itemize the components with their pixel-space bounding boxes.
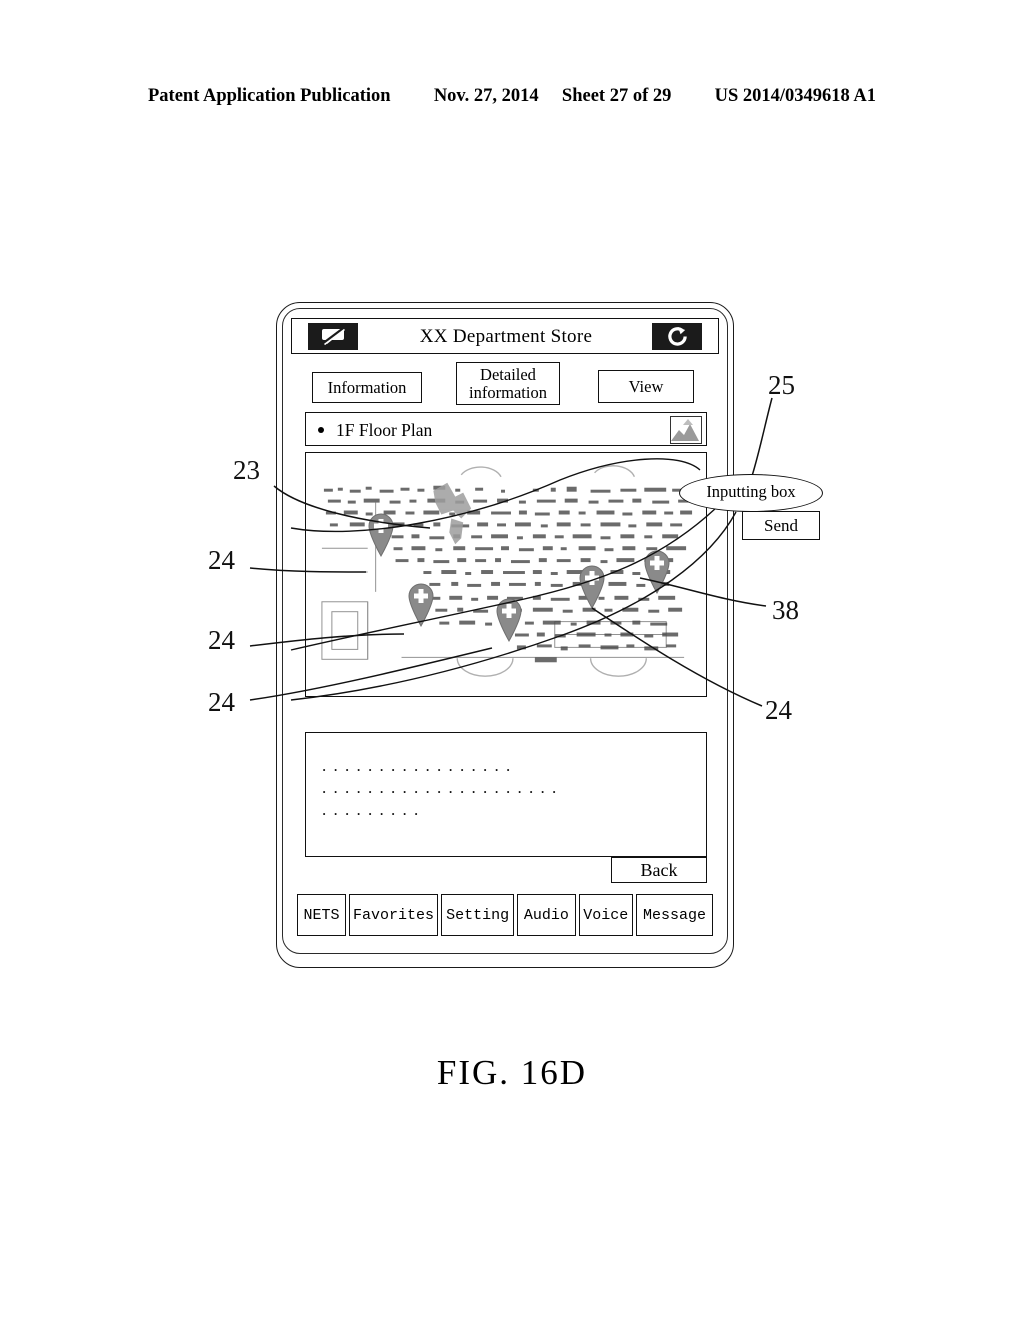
nav-button-voice[interactable]: Voice (578, 894, 634, 936)
title-bar: XX Department Store (291, 318, 719, 354)
floorplan-bar[interactable]: 1F Floor Plan (305, 412, 707, 446)
nav-label-setting: Setting (446, 906, 510, 924)
nav-label-audio: Audio (523, 906, 569, 924)
map-pin-1[interactable] (364, 511, 398, 557)
map-pin-plus-icon (408, 583, 434, 627)
map-pin-2[interactable] (404, 581, 438, 627)
send-button[interactable]: Send (742, 511, 820, 540)
no-message-icon[interactable] (308, 323, 358, 350)
nav-label-message: Message (643, 906, 707, 924)
back-button[interactable]: Back (611, 857, 707, 883)
tab-detailed-label-line2: information (469, 382, 547, 402)
description-line-2: . . . . . . . . . . . . . . . . . . . . … (322, 778, 558, 797)
nav-button-message[interactable]: Message (636, 894, 713, 936)
reference-numeral-25: 25 (768, 370, 795, 400)
map-pin-plus-icon (579, 565, 605, 609)
reference-numeral-24c: 24 (208, 687, 235, 717)
inputting-box-label: Inputting box (706, 482, 796, 501)
header-sheet: Sheet 27 of 29 (561, 86, 672, 106)
map-pin-4[interactable] (575, 563, 609, 609)
nav-button-setting[interactable]: Setting (441, 894, 515, 936)
page-header: Patent Application Publication Nov. 27, … (0, 86, 1024, 107)
nav-label-voice: Voice (583, 906, 629, 924)
map-pin-5[interactable] (640, 548, 674, 594)
nav-label-favorites: Favorites (352, 906, 434, 924)
map-pin-plus-icon (644, 550, 670, 594)
header-patent-number: US 2014/0349618 A1 (714, 86, 876, 106)
description-line-3: . . . . . . . . . (322, 800, 420, 819)
tab-detailed-information[interactable]: Detailed information (456, 362, 560, 405)
header-date: Nov. 27, 2014 (433, 86, 539, 106)
back-button-label: Back (640, 860, 678, 880)
tab-information[interactable]: Information (312, 372, 422, 403)
map-pin-3[interactable] (492, 596, 526, 642)
bottom-navigation-bar: NETS Favorites Setting Audio Voice Messa… (297, 894, 713, 936)
bullet-icon (318, 427, 324, 433)
header-publication: Patent Application Publication (147, 86, 391, 106)
image-thumbnail-icon[interactable] (670, 416, 702, 444)
tab-view-label: View (628, 376, 664, 396)
refresh-icon[interactable] (652, 323, 702, 350)
description-line-1: . . . . . . . . . . . . . . . . . (322, 756, 512, 775)
nav-button-audio[interactable]: Audio (517, 894, 576, 936)
tab-detailed-label-line1: Detailed (480, 365, 536, 385)
reference-numeral-23: 23 (233, 455, 260, 485)
device-screen: XX Department Store Information Detailed… (291, 318, 719, 940)
nav-button-favorites[interactable]: Favorites (348, 894, 438, 936)
send-button-label: Send (764, 516, 798, 535)
floor-plan-map[interactable] (305, 452, 707, 697)
tab-row: Information Detailed information View (291, 362, 719, 405)
nav-button-nets[interactable]: NETS (297, 894, 346, 936)
map-pin-plus-icon (368, 513, 394, 557)
reference-numeral-24a: 24 (208, 545, 235, 575)
tab-view[interactable]: View (598, 370, 694, 403)
floorplan-label: 1F Floor Plan (336, 420, 433, 440)
nav-label-nets: NETS (303, 906, 340, 924)
figure-caption: FIG. 16D (436, 1053, 588, 1092)
description-text-area[interactable]: . . . . . . . . . . . . . . . . . . . . … (305, 732, 707, 857)
reference-numeral-38: 38 (772, 595, 799, 625)
map-pin-plus-icon (496, 598, 522, 642)
reference-numeral-24b: 24 (208, 625, 235, 655)
inputting-box-callout[interactable]: Inputting box (679, 474, 823, 512)
reference-numeral-24d: 24 (765, 695, 792, 725)
tab-information-label: Information (327, 377, 407, 397)
